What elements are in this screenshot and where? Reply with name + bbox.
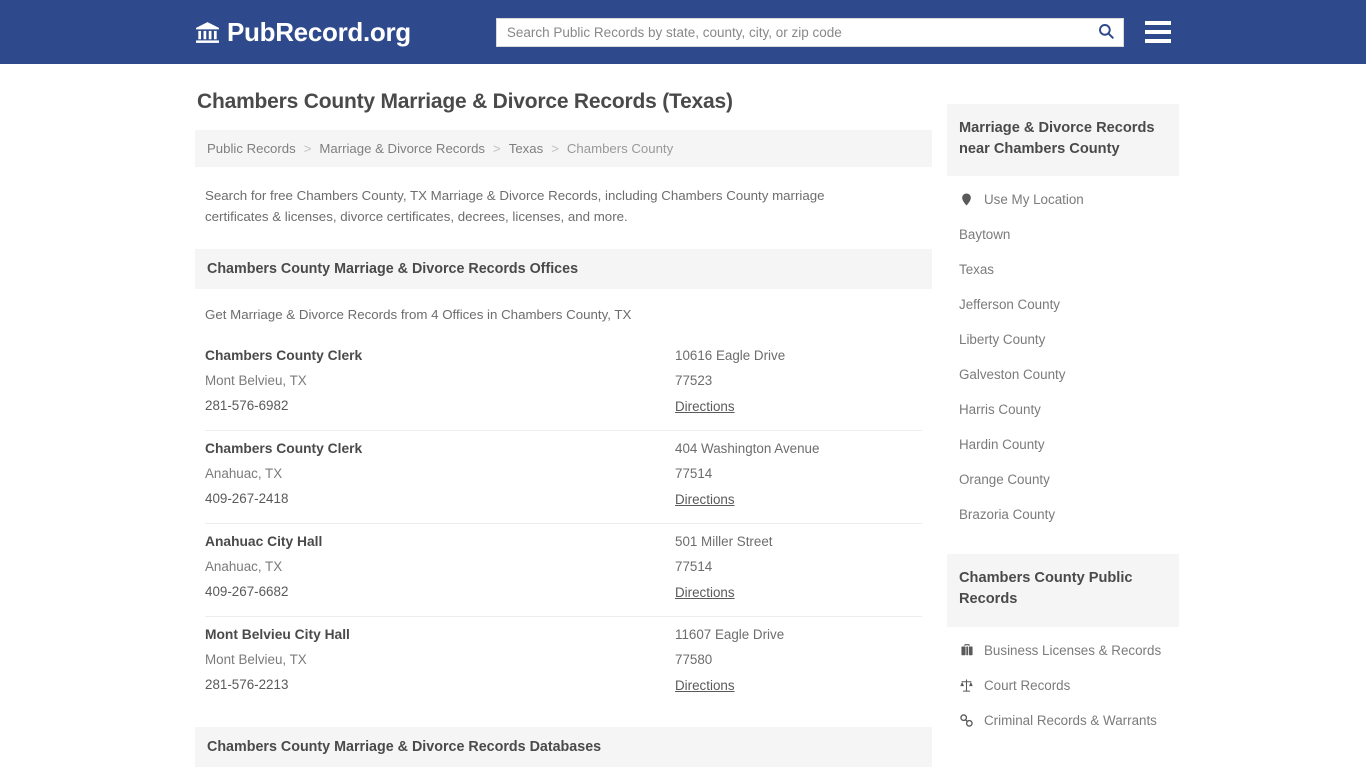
sidebar-item-galveston-county[interactable]: Galveston County [947, 357, 1179, 392]
breadcrumb-item-public-records[interactable]: Public Records [207, 141, 296, 156]
table-row: Chambers County Clerk Mont Belvieu, TX 2… [205, 338, 922, 431]
sidebar-item-label: Orange County [959, 472, 1050, 488]
sidebar-item-label: Brazoria County [959, 507, 1056, 523]
office-info: Chambers County Clerk Mont Belvieu, TX 2… [205, 348, 675, 416]
site-header: PubRecord.org [0, 0, 1366, 64]
office-phone: 281-576-6982 [205, 398, 289, 413]
office-zip: 77514 [675, 466, 713, 481]
offices-list: Chambers County Clerk Mont Belvieu, TX 2… [195, 338, 932, 709]
office-name[interactable]: Chambers County Clerk [205, 441, 675, 466]
office-zip: 77580 [675, 652, 713, 667]
site-logo[interactable]: PubRecord.org [195, 17, 411, 48]
sidebar-item-label: Liberty County [959, 332, 1046, 348]
office-phone: 281-576-2213 [205, 677, 289, 692]
office-name[interactable]: Anahuac City Hall [205, 534, 675, 559]
office-city: Anahuac, TX [205, 466, 283, 481]
office-info: Anahuac City Hall Anahuac, TX 409-267-66… [205, 534, 675, 602]
search-button[interactable] [1089, 19, 1123, 46]
breadcrumb-separator: > [551, 141, 559, 156]
public-records-panel-heading: Chambers County Public Records [947, 554, 1179, 627]
sidebar-item-brazoria-county[interactable]: Brazoria County [947, 497, 1179, 532]
office-info: Mont Belvieu City Hall Mont Belvieu, TX … [205, 627, 675, 695]
office-address: 501 Miller Street 77514 Directions [675, 534, 922, 602]
sidebar-item-label: Baytown [959, 227, 1011, 243]
main-content: Chambers County Marriage & Divorce Recor… [195, 64, 932, 768]
sidebar-item-label: Galveston County [959, 367, 1066, 383]
sidebar-item-texas[interactable]: Texas [947, 252, 1179, 287]
sidebar-item-baytown[interactable]: Baytown [947, 217, 1179, 252]
page-body: Chambers County Marriage & Divorce Recor… [0, 64, 1366, 768]
breadcrumb-separator: > [303, 141, 312, 156]
hamburger-menu-icon[interactable] [1145, 19, 1171, 45]
table-row: Mont Belvieu City Hall Mont Belvieu, TX … [205, 617, 922, 709]
sidebar-item-label: Hardin County [959, 437, 1045, 453]
search-bar[interactable] [495, 17, 1124, 47]
office-name[interactable]: Mont Belvieu City Hall [205, 627, 675, 652]
office-address: 11607 Eagle Drive 77580 Directions [675, 627, 922, 695]
breadcrumb: Public Records > Marriage & Divorce Reco… [195, 130, 932, 167]
office-street: 501 Miller Street [675, 534, 773, 549]
directions-link[interactable]: Directions [675, 492, 735, 507]
sidebar-item-criminal-records[interactable]: Criminal Records & Warrants [947, 703, 1179, 738]
bank-building-icon [195, 20, 220, 45]
brand-name: PubRecord.org [227, 16, 411, 47]
scales-of-justice-icon [959, 678, 974, 693]
sidebar-item-label: Business Licenses & Records [984, 642, 1162, 658]
sidebar-item-label: Court Records [984, 677, 1071, 693]
sidebar-item-use-my-location[interactable]: Use My Location [947, 182, 1179, 217]
search-input[interactable] [496, 18, 1089, 46]
office-info: Chambers County Clerk Anahuac, TX 409-26… [205, 441, 675, 509]
search-icon [1097, 22, 1115, 43]
sidebar-item-label: Texas [959, 262, 994, 278]
office-address: 404 Washington Avenue 77514 Directions [675, 441, 922, 509]
directions-link[interactable]: Directions [675, 585, 735, 600]
briefcase-icon [959, 643, 974, 657]
sidebar: Marriage & Divorce Records near Chambers… [947, 64, 1179, 738]
sidebar-item-court-records[interactable]: Court Records [947, 668, 1179, 703]
page-title: Chambers County Marriage & Divorce Recor… [197, 90, 733, 113]
handcuffs-icon [959, 713, 974, 728]
sidebar-item-harris-county[interactable]: Harris County [947, 392, 1179, 427]
sidebar-item-label: Harris County [959, 402, 1041, 418]
sidebar-item-label: Use My Location [984, 192, 1084, 208]
databases-section-heading: Chambers County Marriage & Divorce Recor… [195, 727, 932, 767]
table-row: Anahuac City Hall Anahuac, TX 409-267-66… [205, 524, 922, 617]
sidebar-item-label: Criminal Records & Warrants [984, 712, 1157, 728]
office-zip: 77523 [675, 373, 713, 388]
intro-text: Search for free Chambers County, TX Marr… [205, 188, 825, 224]
office-phone: 409-267-2418 [205, 491, 289, 506]
office-name[interactable]: Chambers County Clerk [205, 348, 675, 373]
sidebar-item-liberty-county[interactable]: Liberty County [947, 322, 1179, 357]
office-city: Mont Belvieu, TX [205, 373, 307, 388]
office-street: 404 Washington Avenue [675, 441, 820, 456]
nearby-panel-heading: Marriage & Divorce Records near Chambers… [947, 104, 1179, 177]
map-pin-icon [959, 192, 974, 207]
office-phone: 409-267-6682 [205, 584, 289, 599]
breadcrumb-separator: > [493, 141, 501, 156]
office-city: Anahuac, TX [205, 559, 283, 574]
public-records-list: Business Licenses & Records Court Record… [947, 627, 1179, 738]
sidebar-item-jefferson-county[interactable]: Jefferson County [947, 287, 1179, 322]
sidebar-item-hardin-county[interactable]: Hardin County [947, 427, 1179, 462]
sidebar-item-label: Jefferson County [959, 297, 1060, 313]
directions-link[interactable]: Directions [675, 678, 735, 693]
office-zip: 77514 [675, 559, 713, 574]
directions-link[interactable]: Directions [675, 399, 735, 414]
sidebar-item-business-licenses[interactable]: Business Licenses & Records [947, 633, 1179, 668]
office-city: Mont Belvieu, TX [205, 652, 307, 667]
office-street: 11607 Eagle Drive [675, 627, 785, 642]
offices-section-heading: Chambers County Marriage & Divorce Recor… [195, 249, 932, 289]
offices-section-note: Get Marriage & Divorce Records from 4 Of… [205, 307, 632, 322]
breadcrumb-item-marriage-divorce-records[interactable]: Marriage & Divorce Records [319, 141, 485, 156]
table-row: Chambers County Clerk Anahuac, TX 409-26… [205, 431, 922, 524]
sidebar-item-orange-county[interactable]: Orange County [947, 462, 1179, 497]
office-address: 10616 Eagle Drive 77523 Directions [675, 348, 922, 416]
breadcrumb-item-texas[interactable]: Texas [509, 141, 543, 156]
nearby-locations-list: Use My Location Baytown Texas Jefferson … [947, 176, 1179, 532]
breadcrumb-item-chambers-county: Chambers County [566, 141, 674, 156]
office-street: 10616 Eagle Drive [675, 348, 786, 363]
